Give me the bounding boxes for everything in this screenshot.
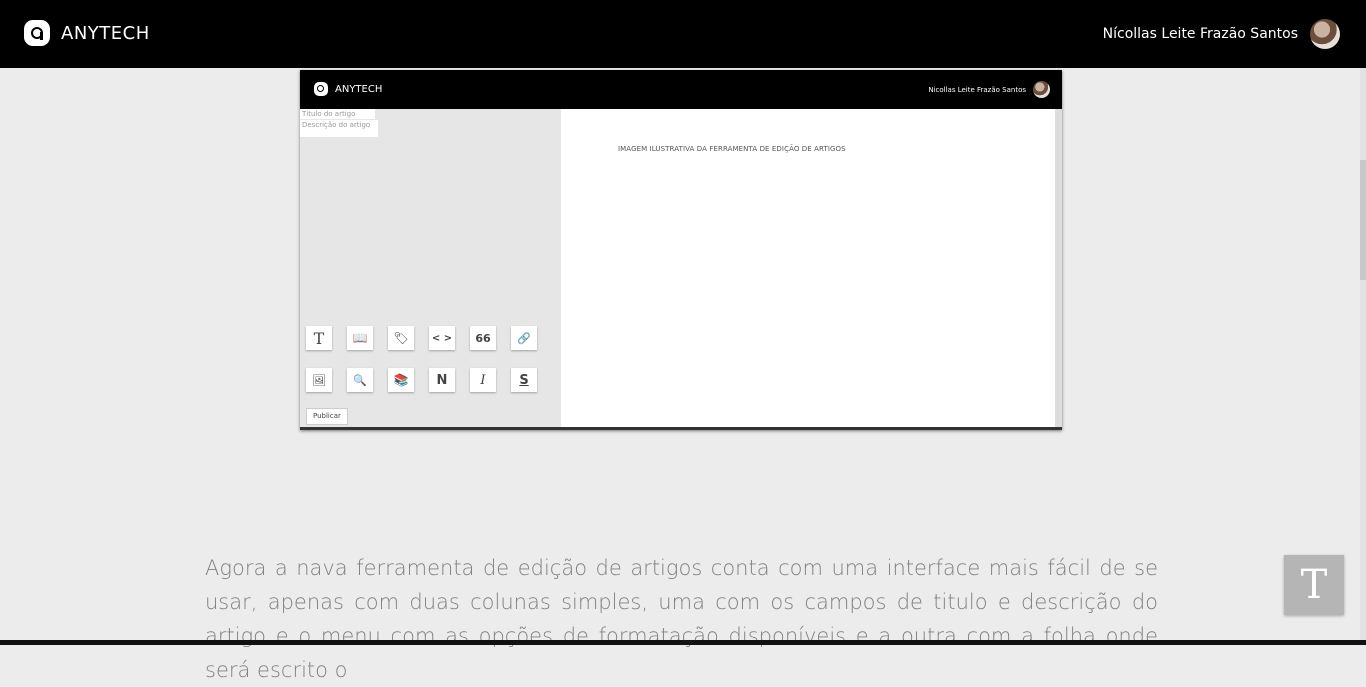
user-name: Nícollas Leite Frazão Santos <box>1102 26 1298 42</box>
anytech-logo-icon <box>24 20 50 46</box>
library-icon: 📚 <box>388 368 414 392</box>
text-options-button[interactable]: T <box>1284 555 1344 615</box>
text-icon: T <box>306 326 332 350</box>
top-navbar: ANYTECH Nícollas Leite Frazão Santos <box>0 0 1366 68</box>
brand-logo[interactable]: ANYTECH <box>24 20 150 46</box>
preview-editor-sheet: IMAGEM ILUSTRATIVA DA FERRAMENTA DE EDIÇ… <box>561 109 1055 427</box>
preview-user: Nicollas Leite Frazão Santos <box>928 81 1050 98</box>
code-icon: < > <box>429 326 455 350</box>
image-icon: 🖼 <box>306 368 332 392</box>
preview-brand-name: ANYTECH <box>335 83 383 95</box>
page-scrollbar[interactable] <box>1360 68 1366 640</box>
editor-preview-image: ANYTECH Nicollas Leite Frazão Santos Tít… <box>300 70 1062 430</box>
scrollbar-thumb[interactable] <box>1360 160 1366 280</box>
search-document-icon: 🔍 <box>347 368 373 392</box>
preview-bottom-edge <box>300 427 1062 430</box>
strikethrough-icon: S <box>511 368 537 392</box>
brand-name: ANYTECH <box>61 22 150 44</box>
preview-description-field: Descrição do artigo <box>300 120 378 137</box>
quote-icon: 66 <box>470 326 496 350</box>
preview-scrollbar <box>1055 109 1062 427</box>
preview-brand-logo: ANYTECH <box>314 82 382 96</box>
article-paragraph: Agora a nava ferramenta de edição de art… <box>205 556 1158 682</box>
preview-title-field: Título do artigo <box>300 109 375 119</box>
tag-icon: 🏷 <box>388 326 414 350</box>
user-menu[interactable]: Nícollas Leite Frazão Santos <box>1103 19 1340 49</box>
bottom-strip <box>0 640 1366 645</box>
preview-caption: IMAGEM ILUSTRATIVA DA FERRAMENTA DE EDIÇ… <box>618 145 846 153</box>
anytech-logo-icon <box>314 82 328 96</box>
avatar[interactable] <box>1310 19 1340 49</box>
preview-navbar: ANYTECH Nicollas Leite Frazão Santos <box>300 70 1062 109</box>
link-icon: 🔗 <box>511 326 537 350</box>
preview-publish-button: Publicar <box>306 408 348 425</box>
italic-icon: I <box>470 368 496 392</box>
preview-avatar <box>1033 81 1050 98</box>
bold-icon: N <box>429 368 455 392</box>
preview-user-name: Nicollas Leite Frazão Santos <box>928 85 1026 94</box>
book-icon: 📖 <box>347 326 373 350</box>
preview-sidebar: Título do artigo Descrição do artigo T 📖… <box>300 109 561 430</box>
